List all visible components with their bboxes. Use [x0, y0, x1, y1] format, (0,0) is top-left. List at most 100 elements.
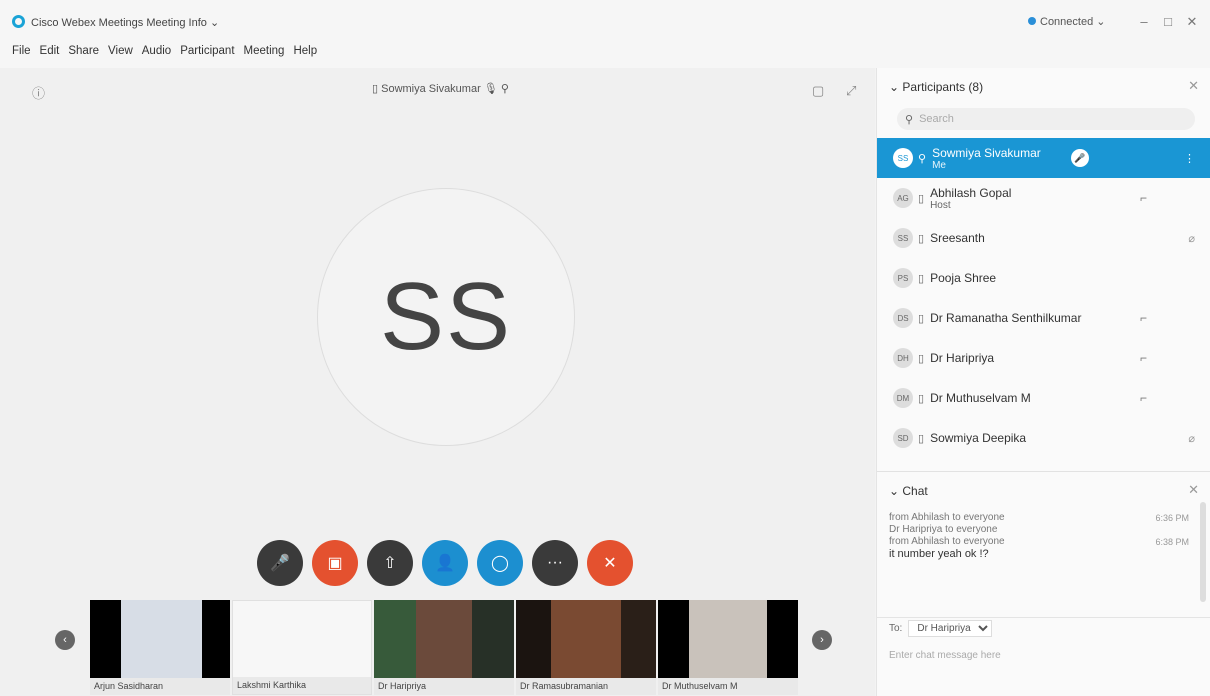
fullscreen-icon[interactable]: ⤢	[846, 83, 856, 99]
video-thumbnail[interactable]: Arjun Sasidharan	[90, 600, 230, 695]
chat-message-input[interactable]: Enter chat message here	[889, 650, 1001, 661]
people-icon: 👤	[435, 555, 455, 572]
video-thumbnail-strip: ‹ Arjun Sasidharan Lakshmi Karthika Dr H…	[55, 600, 845, 695]
participant-name: Sreesanth	[930, 231, 985, 245]
menu-edit[interactable]: Edit	[40, 45, 60, 57]
menu-file[interactable]: File	[12, 45, 31, 57]
microphone-icon: ⌐	[1140, 391, 1148, 405]
previous-arrow-icon[interactable]: ‹	[55, 630, 75, 650]
participant-row[interactable]: DH ▯ Dr Haripriya ⌐	[877, 338, 1210, 378]
chat-message: from Abhilash to everyone 6:36 PM	[889, 512, 1189, 524]
maximize-icon[interactable]: □	[1160, 14, 1176, 29]
connection-status[interactable]: Connected ⌄	[1028, 15, 1105, 28]
connected-dot-icon	[1028, 17, 1036, 25]
participant-row[interactable]: SD ▯ Sowmiya Deepika ⌀	[877, 418, 1210, 458]
close-chat-icon[interactable]: ✕	[1188, 482, 1199, 498]
message-time: 6:36 PM	[1155, 513, 1189, 523]
muted-icon: ⌀	[1188, 432, 1195, 445]
avatar: DH	[893, 348, 913, 368]
avatar: SS	[893, 228, 913, 248]
device-icon: ▯	[918, 312, 925, 325]
participant-row[interactable]: AG ▯ Abhilash Gopal Host ⌐	[877, 178, 1210, 218]
speaker-initials: SS	[379, 263, 513, 370]
participant-name: Pooja Shree	[930, 271, 997, 285]
avatar: SD	[893, 428, 913, 448]
avatar: DS	[893, 308, 913, 328]
participant-name: Abhilash Gopal	[930, 185, 1012, 200]
video-feed	[90, 600, 230, 678]
to-label: To:	[889, 623, 903, 634]
participants-title[interactable]: ⌄ Participants (8)	[889, 80, 983, 94]
search-icon: ⚲	[905, 113, 914, 126]
avatar: PS	[893, 268, 913, 288]
minimize-icon[interactable]: –	[1136, 14, 1152, 29]
video-thumbnail[interactable]: Lakshmi Karthika	[232, 600, 372, 695]
device-icon: ⚲	[918, 152, 927, 165]
menu-audio[interactable]: Audio	[142, 45, 171, 57]
leave-meeting-button[interactable]: ✕	[587, 540, 633, 586]
more-icon[interactable]: ⋮	[1184, 152, 1195, 165]
mute-status-icon[interactable]: 🎤	[1071, 149, 1089, 167]
message-time: 6:38 PM	[1155, 537, 1189, 547]
share-button[interactable]: ⇧	[367, 540, 413, 586]
stop-video-button[interactable]: ▣	[312, 540, 358, 586]
microphone-icon: 🎤	[270, 555, 290, 572]
menu-participant[interactable]: Participant	[180, 45, 234, 57]
info-icon[interactable]: ⓘ	[32, 83, 45, 102]
app-title[interactable]: Cisco Webex Meetings Meeting Info ⌄	[31, 16, 219, 29]
mute-button[interactable]: 🎤	[257, 540, 303, 586]
chat-recipient: To: Dr Haripriya	[877, 617, 1210, 639]
participant-row[interactable]: DS ▯ Dr Ramanatha Senthilkumar ⌐	[877, 298, 1210, 338]
layout-icon[interactable]: ▢	[812, 83, 824, 99]
chat-message: from Abhilash to everyone 6:38 PM	[889, 536, 1189, 548]
chat-scrollbar[interactable]	[1200, 502, 1206, 602]
menu-meeting[interactable]: Meeting	[244, 45, 285, 57]
participant-name: Sowmiya Deepika	[930, 431, 1027, 445]
menu-help[interactable]: Help	[293, 45, 317, 57]
close-panel-icon[interactable]: ✕	[1188, 78, 1199, 94]
menu-view[interactable]: View	[108, 45, 133, 57]
thumbnail-label: Dr Ramasubramanian	[516, 678, 656, 695]
message-meta: from Abhilash to everyone	[889, 536, 1005, 547]
close-icon: ✕	[603, 555, 617, 572]
recipient-select[interactable]: Dr Haripriya	[908, 620, 993, 637]
video-thumbnail[interactable]: Dr Muthuselvam M	[658, 600, 798, 695]
share-icon: ⇧	[383, 555, 397, 572]
message-body: it number yeah ok !?	[889, 548, 989, 560]
device-icon: ▯	[918, 192, 925, 205]
video-thumbnail[interactable]: Dr Haripriya	[374, 600, 514, 695]
participant-row[interactable]: PS ▯ Pooja Shree	[877, 258, 1210, 298]
next-arrow-icon[interactable]: ›	[812, 630, 832, 650]
participant-row[interactable]: DM ▯ Dr Muthuselvam M ⌐	[877, 378, 1210, 418]
menu-bar: File Edit Share View Audio Participant M…	[0, 34, 1210, 68]
video-camera-icon: ▣	[327, 555, 343, 572]
close-window-icon[interactable]: ✕	[1184, 14, 1200, 30]
chat-messages: from Abhilash to everyone 6:36 PM Dr Hari…	[889, 512, 1189, 560]
participant-row[interactable]: SS ⚲ Sowmiya Sivakumar Me 🎤 ⋮	[877, 138, 1210, 178]
participant-name: Dr Haripriya	[930, 351, 995, 365]
thumbnail-label: Lakshmi Karthika	[233, 677, 371, 694]
chat-title[interactable]: ⌄ Chat	[889, 484, 928, 498]
menu-share[interactable]: Share	[68, 45, 99, 57]
video-thumbnail[interactable]: Dr Ramasubramanian	[516, 600, 656, 695]
muted-icon: ⌀	[1188, 232, 1195, 245]
participant-row[interactable]: SS ▯ Sreesanth ⌀	[877, 218, 1210, 258]
participant-search-input[interactable]: ⚲ Search	[897, 108, 1195, 130]
chat-button[interactable]: ◯	[477, 540, 523, 586]
microphone-icon: ⌐	[1140, 351, 1148, 365]
chat-title-label: Chat	[902, 484, 928, 498]
more-options-button[interactable]: ···	[532, 540, 578, 586]
chat-bubble-icon: ◯	[491, 555, 509, 572]
message-meta: from Abhilash to everyone	[889, 512, 1005, 523]
device-icon: ▯	[918, 392, 925, 405]
participants-button[interactable]: 👤	[422, 540, 468, 586]
active-speaker-label: Sowmiya Sivakumar	[381, 83, 481, 95]
video-stage: ⓘ ▯ Sowmiya Sivakumar 🎙 ⚲ ▢ ⤢ SS 🎤 ▣ ⇧ 👤…	[0, 68, 875, 696]
connection-label: Connected ⌄	[1040, 16, 1106, 28]
chat-message: Dr Haripriya to everyone	[889, 524, 1189, 536]
participant-list: SS ⚲ Sowmiya Sivakumar Me 🎤 ⋮ AG ▯ Abhila…	[877, 138, 1210, 458]
device-icon: ▯	[918, 432, 925, 445]
message-meta: Dr Haripriya to everyone	[889, 524, 998, 535]
speaker-avatar: SS	[317, 188, 575, 446]
video-feed	[516, 600, 656, 678]
